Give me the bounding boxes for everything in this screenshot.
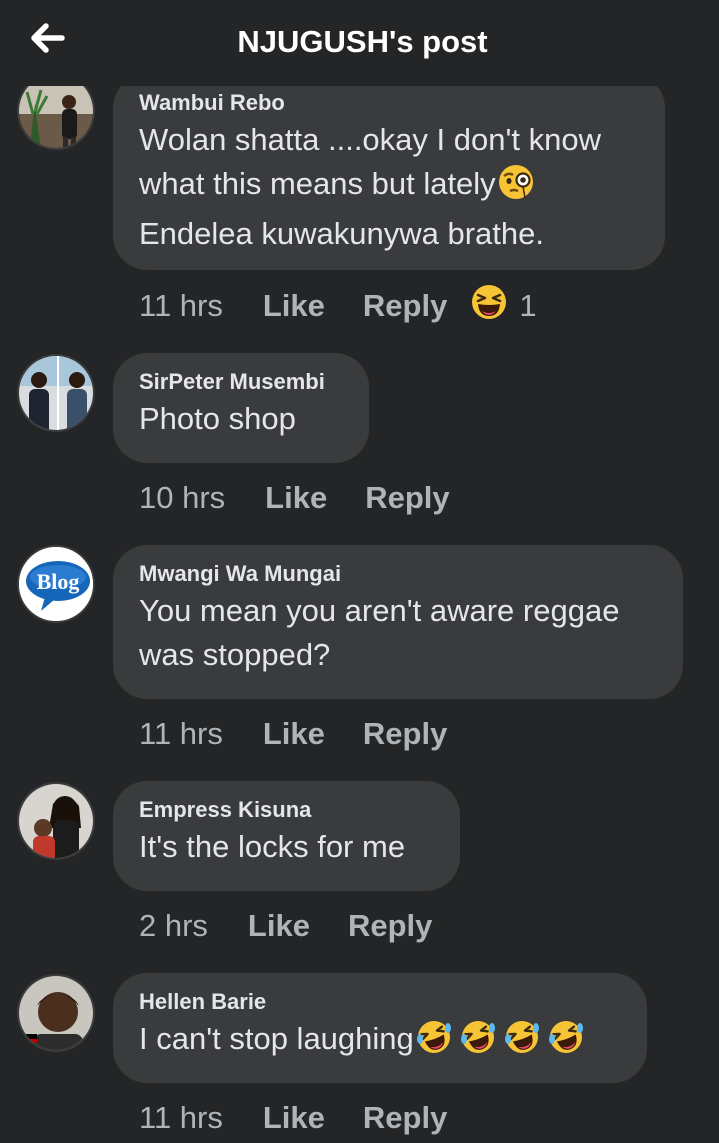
comment-bubble[interactable]: Empress Kisuna It's the locks for me: [113, 781, 460, 891]
emoji-group: [414, 1021, 584, 1056]
avatar[interactable]: [17, 782, 95, 860]
comment-text-segment: I can't stop laughing: [139, 1021, 414, 1056]
comment-timestamp[interactable]: 11 hrs: [139, 716, 223, 752]
comment-author[interactable]: Hellen Barie: [139, 989, 621, 1015]
comment-actions: 2 hrs Like Reply: [139, 906, 432, 946]
comment-text-line: It's the locks for me: [139, 829, 406, 864]
comment-actions: 11 hrs Like Reply: [139, 1098, 447, 1138]
comment-author[interactable]: Empress Kisuna: [139, 797, 434, 823]
comments-feed: Wambui Rebo Wolan shatta ....okay I don'…: [0, 0, 719, 1143]
top-app-bar: NJUGUSH's post: [0, 0, 719, 86]
like-button[interactable]: Like: [263, 716, 325, 752]
reply-button[interactable]: Reply: [363, 288, 447, 324]
reply-button[interactable]: Reply: [363, 716, 447, 752]
page-title: NJUGUSH's post: [237, 24, 488, 59]
comment-bubble[interactable]: SirPeter Musembi Photo shop: [113, 353, 369, 463]
reaction-count: 1: [519, 288, 537, 323]
comment-actions: 11 hrs Like Reply: [139, 714, 447, 754]
comment-bubble[interactable]: Wambui Rebo Wolan shatta ....okay I don'…: [113, 74, 665, 270]
comment-author[interactable]: SirPeter Musembi: [139, 369, 343, 395]
comment-text-line: You mean you aren't aware reggae: [139, 593, 620, 628]
comment-text-segment: what this means but lately: [139, 166, 496, 201]
comment-timestamp[interactable]: 2 hrs: [139, 908, 208, 944]
face-with-monocle-emoji: [498, 164, 534, 212]
like-button[interactable]: Like: [265, 480, 327, 516]
comment-author[interactable]: Wambui Rebo: [139, 90, 639, 116]
comment-timestamp[interactable]: 11 hrs: [139, 1100, 223, 1136]
comment-bubble[interactable]: Mwangi Wa Mungai You mean you aren't awa…: [113, 545, 683, 699]
like-button[interactable]: Like: [248, 908, 310, 944]
like-button[interactable]: Like: [263, 288, 325, 324]
rolling-on-floor-laughing-emoji: [548, 1019, 584, 1067]
comment-timestamp[interactable]: 11 hrs: [139, 288, 223, 324]
comment-text-line: Photo shop: [139, 401, 296, 436]
reaction-summary[interactable]: 1: [471, 284, 537, 328]
comment-actions: 11 hrs Like Reply 1: [139, 284, 537, 328]
comment-text-line: Endelea kuwakunywa brathe.: [139, 216, 544, 251]
comment-author[interactable]: Mwangi Wa Mungai: [139, 561, 657, 587]
comment-actions: 10 hrs Like Reply: [139, 478, 450, 518]
like-button[interactable]: Like: [263, 1100, 325, 1136]
reply-button[interactable]: Reply: [363, 1100, 447, 1136]
comment-timestamp[interactable]: 10 hrs: [139, 480, 225, 516]
laughing-squint-emoji: [471, 284, 507, 328]
comment-bubble[interactable]: Hellen Barie I can't stop laughing: [113, 973, 647, 1083]
avatar[interactable]: Blog: [17, 545, 95, 623]
rolling-on-floor-laughing-emoji: [504, 1019, 540, 1067]
comment-text-line: was stopped?: [139, 637, 331, 672]
comment-text-line: Wolan shatta ....okay I don't know: [139, 122, 601, 157]
avatar[interactable]: [17, 354, 95, 432]
comment-text-line: what this means but lately: [139, 162, 639, 212]
comment-text-line: I can't stop laughing: [139, 1017, 621, 1067]
rolling-on-floor-laughing-emoji: [416, 1019, 452, 1067]
reply-button[interactable]: Reply: [365, 480, 449, 516]
reply-button[interactable]: Reply: [348, 908, 432, 944]
rolling-on-floor-laughing-emoji: [460, 1019, 496, 1067]
avatar[interactable]: [17, 974, 95, 1052]
blog-logo-text: Blog: [37, 569, 80, 594]
